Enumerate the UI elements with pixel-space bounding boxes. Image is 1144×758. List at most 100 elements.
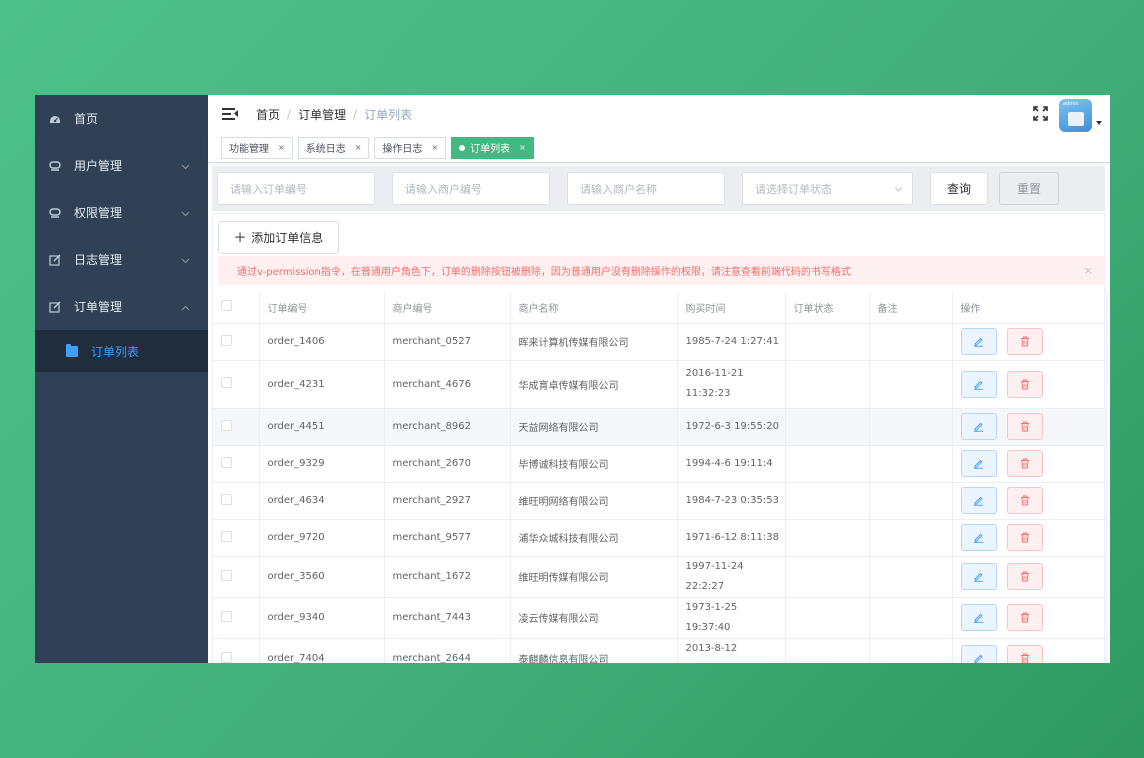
table-row[interactable]: order_9720 merchant_9577 浦华众城科技有限公司 1971-6-… [213, 519, 1107, 557]
sidebar-item-users[interactable]: 用户管理 [35, 142, 208, 189]
caret-down-icon[interactable] [1096, 120, 1102, 125]
actions-cell [952, 408, 1107, 446]
edit-button[interactable] [960, 563, 997, 590]
order-status-placeholder: 请选择订单状态 [755, 182, 832, 196]
column-header[interactable]: 商户名称 [510, 292, 678, 324]
delete-button[interactable] [1006, 413, 1043, 440]
delete-button[interactable] [1006, 604, 1043, 631]
breadcrumb-item[interactable]: 首页 [256, 106, 280, 123]
row-checkbox[interactable] [221, 651, 232, 663]
order-status-cell [785, 519, 870, 557]
purchase-time-cell: 1985-7-24 1:27:41 [677, 323, 786, 361]
table-row[interactable]: order_9329 merchant_2670 毕博诚科技有限公司 1994-4-6… [213, 445, 1107, 483]
sidebar-subitem-order-list[interactable]: 订单列表 [35, 330, 208, 372]
column-header[interactable]: 购买时间 [677, 292, 786, 324]
row-checkbox[interactable] [221, 493, 232, 505]
row-checkbox[interactable] [221, 456, 232, 468]
table-row[interactable]: order_9340 merchant_7443 凌云传媒有限公司 1973-1-25… [213, 597, 1107, 639]
breadcrumb-separator: / [353, 107, 358, 121]
edit-icon [973, 653, 984, 663]
order-no-cell: order_7404 [259, 638, 385, 663]
plus-icon: + [233, 228, 247, 246]
edit-button[interactable] [960, 524, 997, 551]
edit-icon [973, 458, 984, 469]
merchant-no-cell: merchant_7443 [384, 597, 511, 639]
column-header[interactable]: 备注 [869, 292, 953, 324]
chevron-down-icon [181, 253, 190, 267]
hamburger-icon[interactable] [222, 108, 238, 120]
close-icon[interactable]: × [355, 143, 362, 152]
avatar[interactable]: admin [1059, 99, 1092, 132]
edit-button[interactable] [960, 328, 997, 355]
delete-button[interactable] [1006, 328, 1043, 355]
table-row[interactable]: order_4634 merchant_2927 维旺明网络有限公司 1984-7-2… [213, 482, 1107, 520]
sidebar-item-logs[interactable]: 日志管理 [35, 236, 208, 283]
order-no-cell: order_9720 [259, 519, 385, 557]
alert-text: 通过v-permission指令，在普通用户角色下，订单的删除按钮被删除，因为普… [237, 267, 851, 278]
merchant-no-input[interactable]: 请输入商户编号 [392, 172, 550, 205]
remark-cell [869, 445, 953, 483]
select-all-checkbox[interactable] [221, 300, 232, 312]
delete-button[interactable] [1006, 370, 1043, 398]
delete-button[interactable] [1006, 645, 1043, 663]
merchant-name-input[interactable]: 请输入商户名称 [567, 172, 725, 205]
avatar-text: admin [1063, 101, 1079, 107]
tag-order-list[interactable]: 订单列表 × [451, 136, 534, 159]
close-icon[interactable]: × [519, 143, 526, 152]
edit-button[interactable] [960, 370, 997, 398]
close-icon[interactable]: × [431, 143, 438, 152]
purchase-time-cell: 1994-4-6 19:11:4 [677, 445, 786, 483]
close-icon[interactable]: × [1084, 264, 1093, 277]
breadcrumb-item[interactable]: 订单管理 [298, 106, 346, 123]
add-order-button[interactable]: + 添加订单信息 [218, 221, 339, 254]
query-button[interactable]: 查询 [930, 172, 988, 205]
tag-system-log[interactable]: 系统日志 × [297, 136, 370, 159]
actions-cell [952, 445, 1107, 483]
table-row[interactable]: order_4231 merchant_4676 华成育卓传媒有限公司 2016-11… [213, 360, 1107, 409]
close-icon[interactable]: × [278, 143, 285, 152]
order-status-cell [785, 597, 870, 639]
edit-button[interactable] [960, 413, 997, 440]
edit-button[interactable] [960, 604, 997, 631]
row-checkbox[interactable] [221, 530, 232, 542]
delete-button[interactable] [1006, 487, 1043, 514]
row-checkbox-cell [213, 519, 260, 557]
row-checkbox[interactable] [221, 419, 232, 431]
row-checkbox[interactable] [221, 610, 232, 622]
column-header[interactable]: 订单状态 [785, 292, 870, 324]
delete-button[interactable] [1006, 524, 1043, 551]
merchant-name-cell: 毕博诚科技有限公司 [510, 445, 678, 483]
sidebar-item-permissions[interactable]: 权限管理 [35, 189, 208, 236]
actions-cell [952, 597, 1107, 639]
sidebar-item-home[interactable]: 首页 [35, 95, 208, 142]
row-checkbox-cell [213, 597, 260, 639]
row-checkbox[interactable] [221, 334, 232, 346]
table-row[interactable]: order_4451 merchant_8962 天益网络有限公司 1972-6-3 … [213, 408, 1107, 446]
row-checkbox[interactable] [221, 377, 232, 388]
remark-cell [869, 323, 953, 361]
table-row[interactable]: order_7404 merchant_2644 泰麒麟信息有限公司 2013-8-1… [213, 638, 1107, 663]
trash-icon [1020, 612, 1030, 623]
order-status-cell [785, 445, 870, 483]
sidebar-item-orders[interactable]: 订单管理 [35, 283, 208, 330]
edit-button[interactable] [960, 487, 997, 514]
edit-button[interactable] [960, 450, 997, 477]
app-window: 首页 用户管理 权限管理 日志管理 订单管理 订单列表 首页 / 订单管理 / … [35, 95, 1110, 663]
table-row[interactable]: order_3560 merchant_1672 维旺明传媒有限公司 1997-11-… [213, 556, 1107, 598]
row-checkbox-cell [213, 445, 260, 483]
row-checkbox[interactable] [221, 569, 232, 581]
tag-function-management[interactable]: 功能管理 × [221, 136, 293, 159]
table-row[interactable]: order_1406 merchant_0527 晖来计算机传媒有限公司 1985-7… [213, 323, 1107, 361]
edit-button[interactable] [960, 645, 997, 663]
fullscreen-icon[interactable] [1033, 106, 1048, 125]
order-status-select[interactable]: 请选择订单状态 [742, 172, 913, 205]
reset-button[interactable]: 重置 [999, 172, 1059, 205]
tag-operation-log[interactable]: 操作日志 × [374, 136, 447, 159]
delete-button[interactable] [1006, 563, 1043, 590]
delete-button[interactable] [1006, 450, 1043, 477]
column-header[interactable]: 订单编号 [259, 292, 385, 324]
order-status-cell [785, 556, 870, 598]
order-no-input[interactable]: 请输入订单编号 [217, 172, 375, 205]
trash-icon [1020, 495, 1030, 506]
column-header[interactable]: 商户编号 [384, 292, 511, 324]
